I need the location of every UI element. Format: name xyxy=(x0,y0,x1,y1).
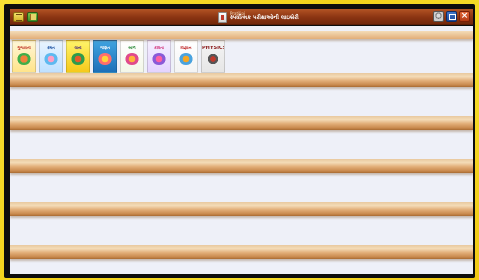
close-icon[interactable]: × xyxy=(459,11,470,22)
book-cover[interactable]: કવિતા xyxy=(147,40,171,73)
book-title: ગુજરાતી xyxy=(17,46,31,50)
book-title: ગણિત xyxy=(100,46,110,50)
titlebar-left-controls xyxy=(13,12,38,22)
cover-art-icon xyxy=(98,53,112,65)
book-cover[interactable]: વિજ્ઞાન xyxy=(174,40,198,73)
bookshelf-icon[interactable] xyxy=(27,12,38,22)
cover-art-icon xyxy=(17,53,31,65)
bookshelf-area: ગુજરાતી રમત વાર્તા ગણિત બાળ કવિતા વિજ્ઞા… xyxy=(10,26,473,274)
wooden-shelf xyxy=(10,245,473,259)
wooden-shelf xyxy=(10,31,473,39)
app-title-block: Pratilipi સ્પર્ધાત્મક પરીક્ષાઓની લાઇબ્રે… xyxy=(230,12,299,22)
cover-art-icon xyxy=(179,53,193,65)
titlebar-brand: Pratilipi સ્પર્ધાત્મક પરીક્ષાઓની લાઇબ્રે… xyxy=(218,10,299,24)
book-cover[interactable]: ગુજરાતી xyxy=(12,40,36,73)
book-title: વિજ્ઞાન xyxy=(180,46,192,50)
app-logo-icon xyxy=(218,11,227,23)
window-icon[interactable] xyxy=(446,11,457,22)
menu-icon[interactable] xyxy=(13,12,24,22)
book-cover[interactable]: રમત xyxy=(39,40,63,73)
title-bar: Pratilipi સ્પર્ધાત્મક પરીક્ષાઓની લાઇબ્રે… xyxy=(10,9,473,25)
book-title: બાળ xyxy=(128,46,136,50)
wooden-shelf xyxy=(10,202,473,216)
cover-art-icon xyxy=(71,53,85,65)
book-row: ગુજરાતી રમત વાર્તા ગણિત બાળ કવિતા વિજ્ઞા… xyxy=(12,40,225,73)
app-name: સ્પર્ધાત્મક પરીક્ષાઓની લાઇબ્રેરી xyxy=(230,15,299,22)
cover-art-icon xyxy=(152,53,166,65)
book-title: PHYSICS xyxy=(202,46,224,50)
wooden-shelf xyxy=(10,73,473,87)
settings-icon[interactable] xyxy=(433,11,444,22)
book-title: વાર્તા xyxy=(74,46,82,50)
book-cover[interactable]: વાર્તા xyxy=(66,40,90,73)
titlebar-right-controls: × xyxy=(433,11,470,22)
cover-art-icon xyxy=(206,53,220,65)
book-title: રમત xyxy=(47,46,55,50)
book-cover[interactable]: ગણિત xyxy=(93,40,117,73)
book-title: કવિતા xyxy=(154,46,164,50)
wooden-shelf xyxy=(10,116,473,130)
book-cover[interactable]: બાળ xyxy=(120,40,144,73)
book-cover[interactable]: PHYSICS xyxy=(201,40,225,73)
cover-art-icon xyxy=(44,53,58,65)
cover-art-icon xyxy=(125,53,139,65)
wooden-shelf xyxy=(10,159,473,173)
